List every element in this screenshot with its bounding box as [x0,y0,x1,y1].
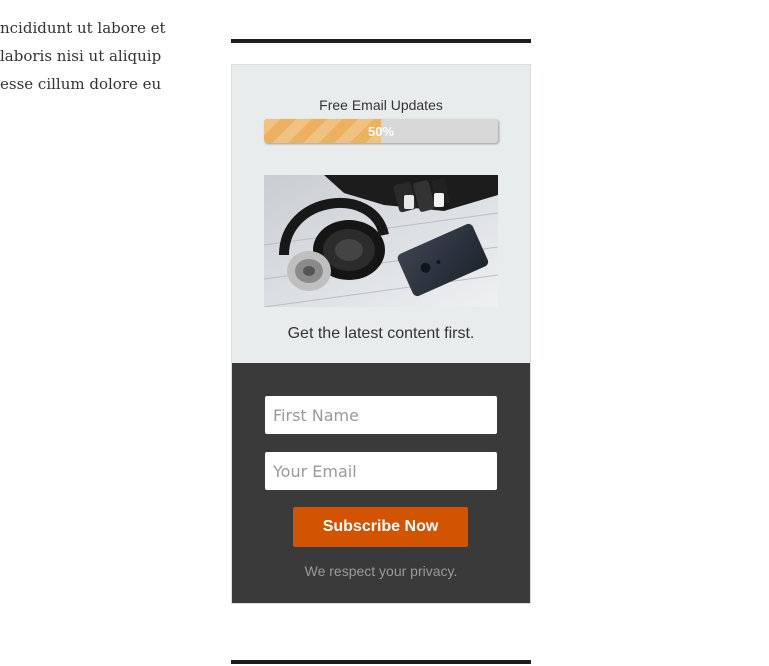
headphones-phone-image [264,175,498,307]
section-divider-top [231,39,531,43]
progress-bar: 50% [264,119,498,143]
section-divider-bottom [231,660,531,664]
first-name-input[interactable] [265,396,497,434]
article-line: esse cillum dolore eu [0,75,162,93]
progress-label: Free Email Updates [319,97,443,113]
email-input[interactable] [265,452,497,490]
article-line: laboris nisi ut aliquip [0,47,162,65]
privacy-note: We respect your privacy. [304,563,458,579]
article-text: ncididunt ut labore et laboris nisi ut a… [0,14,200,98]
optin-form: Subscribe Now We respect your privacy. [232,363,530,603]
headphones-phone-illustration [264,175,498,307]
article-line: ncididunt ut labore et [0,19,166,37]
progress-percent: 50% [367,123,395,139]
email-optin-widget: Free Email Updates 50% Get the latest co… [231,64,531,604]
optin-header: Free Email Updates 50% Get the latest co… [232,65,530,363]
tagline: Get the latest content first. [287,325,475,342]
subscribe-button[interactable]: Subscribe Now [293,507,468,547]
